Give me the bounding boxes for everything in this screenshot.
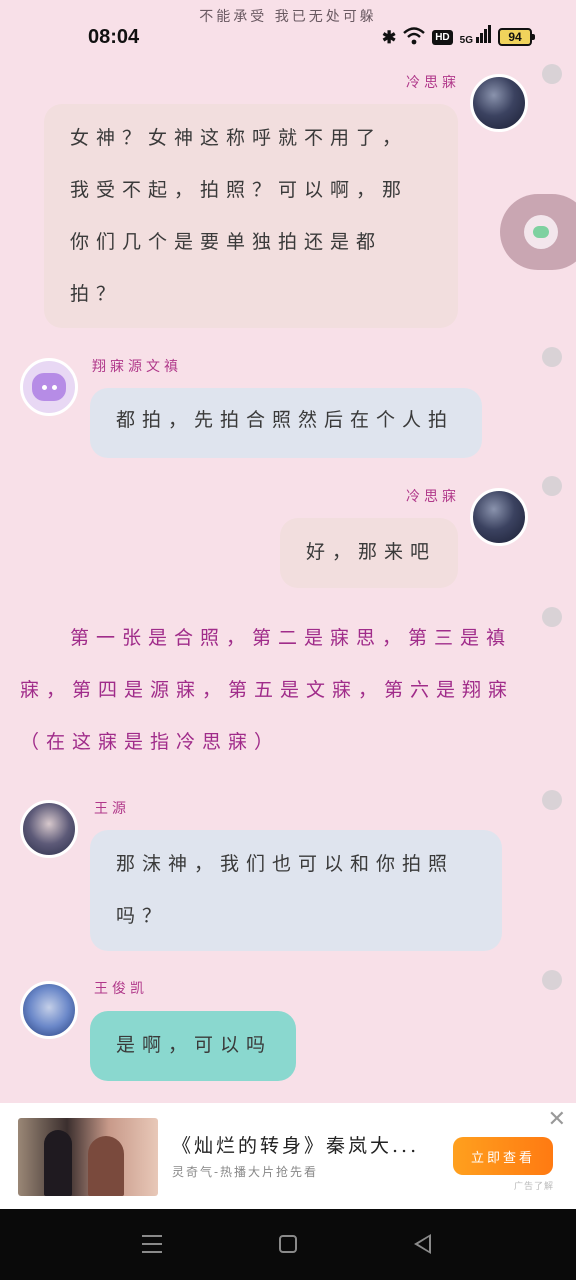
signal-icon: 5G <box>459 25 491 46</box>
avatar[interactable] <box>470 74 528 132</box>
message-dot[interactable] <box>542 64 562 84</box>
status-bar: 不能承受 我已无处可躲 08:04 ✱ HD 5G 94 <box>0 0 576 70</box>
chat-assistant-icon <box>524 215 558 249</box>
ad-thumbnail[interactable] <box>18 1118 158 1196</box>
avatar[interactable] <box>470 488 528 546</box>
battery-indicator: 94 <box>498 28 535 46</box>
wifi-icon <box>403 26 426 48</box>
ad-banner[interactable]: 《灿烂的转身》秦岚大... 灵奇气-热播大片抢先看 立即查看 ✕ 广告了解 <box>0 1103 576 1209</box>
clock: 08:04 <box>88 26 140 48</box>
sender-name: 翔寐源文禛 <box>92 359 182 375</box>
network-type: 5G <box>459 35 473 46</box>
message-dot[interactable] <box>542 970 562 990</box>
message-dot[interactable] <box>542 476 562 496</box>
home-icon[interactable] <box>279 1235 297 1253</box>
avatar[interactable] <box>20 358 78 416</box>
message-bubble: 都拍，先拍合照然后在个人拍 <box>90 388 482 458</box>
message-bubble: 女神？女神这称呼就不用了，我受不起，拍照？可以啊，那你们几个是要单独拍还是都拍？ <box>44 104 458 328</box>
status-icons: ✱ HD 5G 94 <box>381 25 535 48</box>
avatar[interactable] <box>20 800 78 858</box>
avatar[interactable] <box>20 981 78 1039</box>
narration-text: 第一张是合照，第二是寐思，第三是禛寐，第四是源寐，第五是文寐，第六是翔寐（在这寐… <box>20 627 515 753</box>
sender-name: 冷思寐 <box>406 75 460 91</box>
sender-name: 王源 <box>94 801 130 817</box>
message-dot[interactable] <box>542 347 562 367</box>
close-icon[interactable]: ✕ <box>548 1109 566 1131</box>
message-bubble: 那沫神，我们也可以和你拍照吗？ <box>90 830 502 951</box>
ad-view-button[interactable]: 立即查看 <box>453 1137 553 1175</box>
sender-name: 王俊凯 <box>94 981 148 997</box>
sender-name: 冷思寐 <box>406 489 460 505</box>
ad-tag[interactable]: 广告了解 <box>514 1179 554 1192</box>
bluetooth-icon: ✱ <box>381 27 397 47</box>
message-dot[interactable] <box>542 607 562 627</box>
chat-bot-icon <box>32 373 66 401</box>
back-icon[interactable] <box>414 1234 431 1254</box>
message-bubble: 是啊，可以吗 <box>90 1011 296 1081</box>
ad-subtitle: 灵奇气-热播大片抢先看 <box>172 1165 319 1179</box>
ad-title[interactable]: 《灿烂的转身》秦岚大... <box>172 1131 419 1158</box>
hd-badge: HD <box>432 29 453 45</box>
floating-assistant-button[interactable] <box>500 194 576 270</box>
message-bubble: 好，那来吧 <box>280 518 458 588</box>
book-title: 不能承受 我已无处可躲 <box>199 9 377 25</box>
message-dot[interactable] <box>542 790 562 810</box>
menu-icon[interactable] <box>142 1235 162 1253</box>
navigation-bar <box>0 1209 576 1280</box>
